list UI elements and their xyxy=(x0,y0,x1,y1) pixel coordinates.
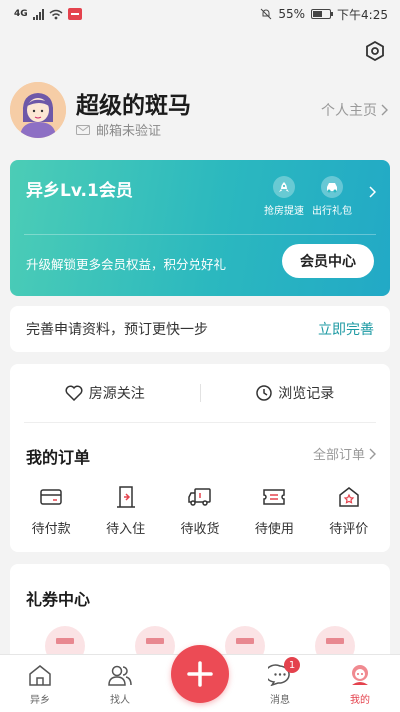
order-pending-delivery-label: 待收货 xyxy=(180,522,220,537)
clock-icon xyxy=(256,385,272,401)
history-label: 浏览记录 xyxy=(278,386,335,402)
order-pending-payment-label: 待付款 xyxy=(31,522,71,537)
battery-percent: 55% xyxy=(278,7,306,21)
wifi-icon xyxy=(49,9,63,19)
ticket-icon xyxy=(244,484,304,510)
all-orders-label: 全部订单 xyxy=(312,448,365,463)
card-divider xyxy=(24,422,376,423)
wallet-icon xyxy=(21,484,81,510)
tab-home-label: 异乡 xyxy=(30,695,50,706)
complete-now-link[interactable]: 立即完善 xyxy=(318,319,374,339)
chevron-right-icon[interactable] xyxy=(369,186,376,198)
email-status: 邮箱未验证 xyxy=(76,120,161,139)
tab-profile[interactable]: 我的 xyxy=(320,655,400,712)
orders-card: 房源关注 浏览记录 我的订单 全部订单 待付款 待入住 待收货 待使用 待评价 xyxy=(10,364,390,552)
order-pending-delivery[interactable]: 待收货 xyxy=(170,484,230,537)
vip-level-title: 异乡Lv.1会员 xyxy=(26,181,133,201)
plus-icon xyxy=(187,661,213,687)
rocket-icon xyxy=(273,176,295,198)
profile-icon xyxy=(348,661,372,689)
quick-links: 房源关注 浏览记录 xyxy=(10,364,390,422)
settings-button[interactable] xyxy=(362,38,388,64)
user-nickname: 超级的斑马 xyxy=(76,93,191,119)
order-pending-payment[interactable]: 待付款 xyxy=(21,484,81,537)
email-status-text: 邮箱未验证 xyxy=(96,124,162,139)
clock: 下午4:25 xyxy=(337,7,388,22)
home-icon xyxy=(28,661,52,689)
homepage-link-label: 个人主页 xyxy=(321,103,377,119)
battery-icon xyxy=(311,9,334,19)
homepage-link[interactable]: 个人主页 xyxy=(321,100,388,120)
member-center-button[interactable]: 会员中心 xyxy=(282,244,374,278)
vip-card[interactable]: 异乡Lv.1会员 抢房提速 出行礼包 升级解锁更多会员权益，积分兑好礼 会员中心 xyxy=(10,160,390,296)
orders-title: 我的订单 xyxy=(26,448,91,467)
vip-description: 升级解锁更多会员权益，积分兑好礼 xyxy=(26,257,227,272)
tab-messages[interactable]: 1 消息 xyxy=(240,655,320,712)
tab-profile-label: 我的 xyxy=(350,695,370,706)
people-icon xyxy=(108,661,132,689)
profile-header: 超级的斑马 邮箱未验证 个人主页 xyxy=(10,80,388,142)
avatar[interactable] xyxy=(10,82,66,138)
order-status-row: 待付款 待入住 待收货 待使用 待评价 xyxy=(10,484,390,537)
door-icon xyxy=(96,484,156,510)
signal-icon xyxy=(32,8,44,20)
favorites-link[interactable]: 房源关注 xyxy=(10,383,200,403)
complete-profile-banner: 完善申请资料，预订更快一步 立即完善 xyxy=(10,306,390,352)
settings-hex-icon xyxy=(366,41,384,61)
complete-profile-text: 完善申请资料，预订更快一步 xyxy=(26,322,208,338)
history-link[interactable]: 浏览记录 xyxy=(201,383,391,403)
star-house-icon xyxy=(319,484,379,510)
message-badge: 1 xyxy=(284,657,300,673)
perk-travel-pack[interactable]: 出行礼包 xyxy=(308,176,356,217)
tab-find-people-label: 找人 xyxy=(110,695,130,706)
truck-icon xyxy=(170,484,230,510)
tab-find-people[interactable]: 找人 xyxy=(80,655,160,712)
order-pending-use[interactable]: 待使用 xyxy=(244,484,304,537)
notification-icon xyxy=(67,8,82,20)
status-bar: 4G 55% 下午4:25 xyxy=(0,0,400,28)
order-pending-use-label: 待使用 xyxy=(254,522,294,537)
order-pending-checkin-label: 待入住 xyxy=(106,522,146,537)
perk-travel-pack-label: 出行礼包 xyxy=(312,206,352,217)
perk-fast-booking-label: 抢房提速 xyxy=(264,206,304,217)
order-pending-checkin[interactable]: 待入住 xyxy=(96,484,156,537)
order-pending-review[interactable]: 待评价 xyxy=(319,484,379,537)
heart-icon xyxy=(65,385,83,401)
order-pending-review-label: 待评价 xyxy=(329,522,369,537)
vip-divider xyxy=(24,234,376,235)
coupon-center-title: 礼券中心 xyxy=(26,590,91,609)
perk-fast-booking[interactable]: 抢房提速 xyxy=(260,176,308,217)
mute-bell-icon xyxy=(261,8,272,20)
favorites-label: 房源关注 xyxy=(88,386,145,402)
car-icon xyxy=(321,176,343,198)
tab-messages-label: 消息 xyxy=(270,695,290,706)
tab-home[interactable]: 异乡 xyxy=(0,655,80,712)
chevron-right-icon xyxy=(369,448,376,459)
mail-icon xyxy=(76,124,90,135)
publish-plus-button[interactable] xyxy=(171,645,229,703)
chevron-right-icon xyxy=(381,104,388,116)
all-orders-link[interactable]: 全部订单 xyxy=(313,444,376,463)
network-label: 4G xyxy=(14,9,28,19)
